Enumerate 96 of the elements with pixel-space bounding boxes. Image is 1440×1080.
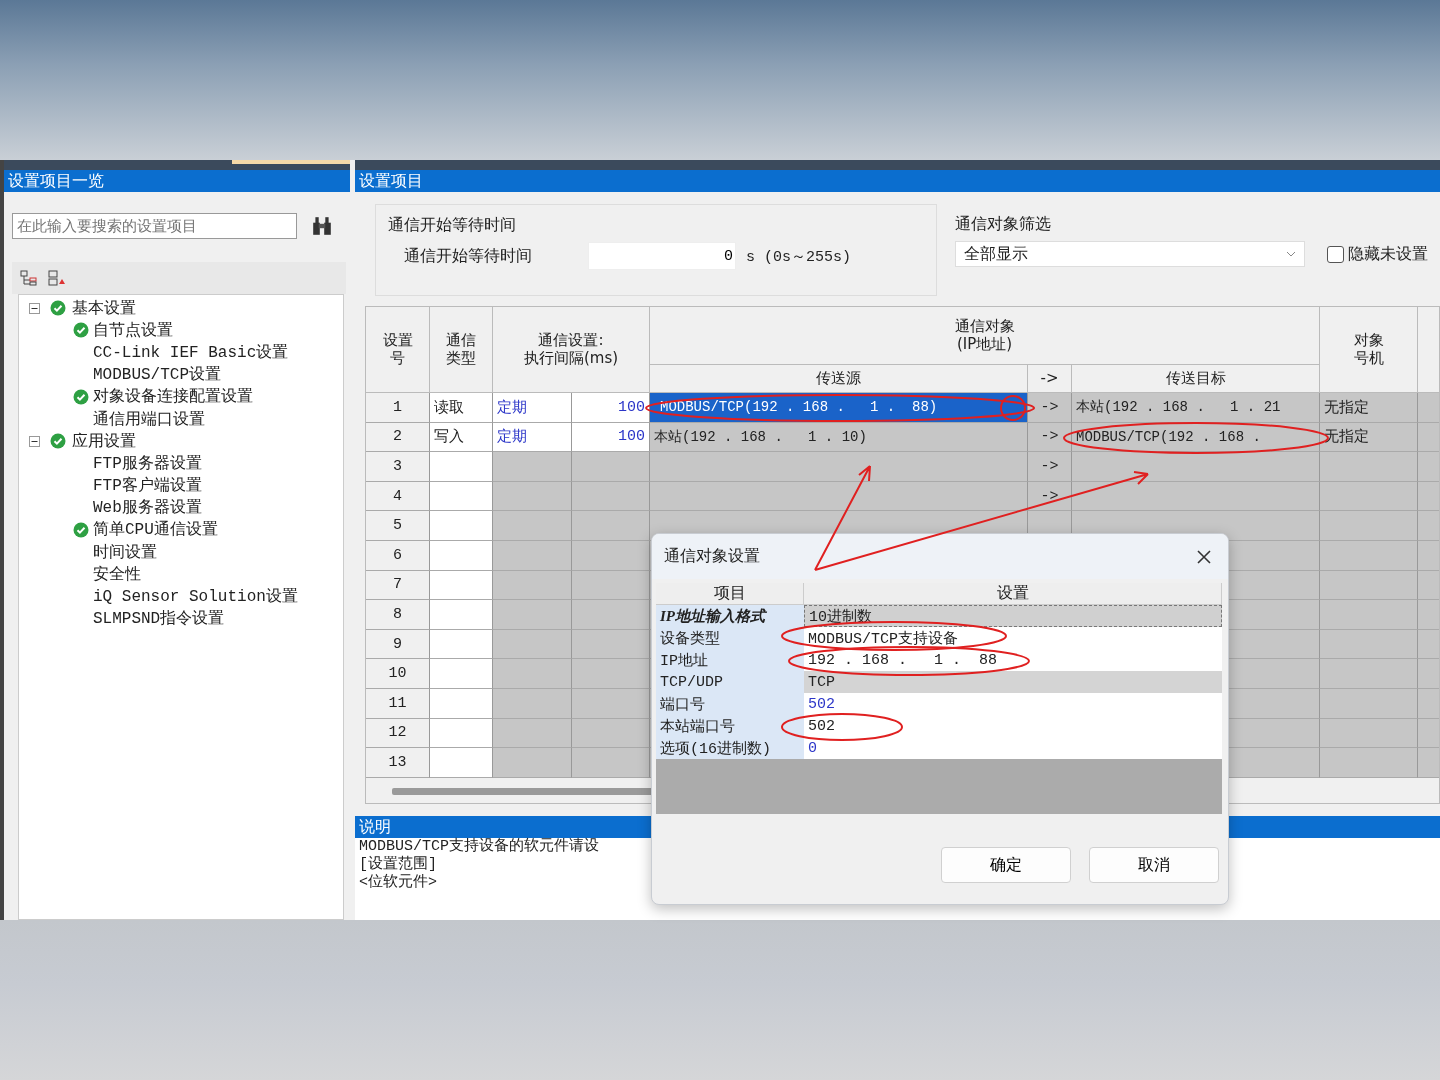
table-cell: ->	[1028, 452, 1072, 482]
setting-name: TCP/UDP	[656, 671, 804, 693]
row-number: 10	[366, 659, 430, 689]
tree-item[interactable]: FTP客户端设置	[93, 475, 202, 497]
tree-item[interactable]: 应用设置	[72, 430, 136, 452]
row-number: 8	[366, 600, 430, 630]
row-number: 3	[366, 452, 430, 482]
tree-item[interactable]: 基本设置	[72, 297, 136, 319]
group-title: 通信对象筛选	[955, 214, 1052, 235]
group-title: 通信开始等待时间	[388, 215, 517, 236]
table-cell[interactable]: 本站(192 . 168 . 1 . 10)	[650, 422, 1028, 453]
setting-name: 选项(16进制数)	[656, 737, 804, 759]
wait-time-field[interactable]: 0	[588, 242, 736, 270]
collapse-icon[interactable]	[29, 435, 40, 447]
table-cell	[430, 718, 493, 749]
expand-tree-icon[interactable]	[20, 270, 38, 286]
row-number: 5	[366, 511, 430, 541]
binoculars-icon[interactable]	[311, 216, 333, 236]
tree-item[interactable]: 简单CPU通信设置	[93, 519, 218, 541]
table-cell	[430, 600, 493, 630]
row-number: 4	[366, 481, 430, 512]
row-number: 13	[366, 748, 430, 778]
row-number: 11	[366, 688, 430, 719]
dialog-button[interactable]: 取消	[1089, 847, 1219, 883]
close-icon[interactable]	[1196, 548, 1212, 565]
column-header: 设置号	[366, 307, 430, 393]
tree-item[interactable]: 时间设置	[93, 541, 157, 563]
tree-item[interactable]: iQ Sensor Solution设置	[93, 586, 298, 608]
collapse-icon[interactable]	[29, 302, 40, 314]
row-number: 12	[366, 718, 430, 749]
table-cell: ->	[1028, 393, 1072, 423]
column-header: 通信对象 (IP地址)	[650, 307, 1320, 365]
column-header: 通信类型	[430, 307, 493, 393]
tree-item[interactable]: 自节点设置	[93, 319, 173, 341]
table-cell: ->	[1028, 422, 1072, 453]
caret-icon	[1286, 251, 1296, 257]
collapse-tree-icon[interactable]	[48, 270, 66, 286]
tree-item[interactable]: 对象设备连接配置设置	[93, 386, 253, 408]
column-header: 传送目标	[1072, 365, 1320, 393]
table-cell: 定期	[493, 422, 572, 453]
table-cell	[430, 452, 493, 482]
tree-item[interactable]: Web服务器设置	[93, 497, 202, 519]
column-header: 项目	[656, 583, 804, 605]
row-number: 9	[366, 629, 430, 660]
panel-title: 设置项目一览	[4, 170, 350, 192]
tree-item[interactable]: MODBUS/TCP设置	[93, 364, 221, 386]
row-number: 1	[366, 393, 430, 423]
description-text: MODBUS/TCP支持设备的软元件请设	[358, 838, 599, 855]
dialog-button[interactable]: 确定	[941, 847, 1071, 883]
tree-item[interactable]: 安全性	[93, 563, 141, 585]
table-cell: 100	[572, 422, 650, 453]
row-number: 7	[366, 570, 430, 601]
table-cell	[430, 481, 493, 512]
table-cell	[430, 688, 493, 719]
table-cell[interactable]	[650, 452, 1028, 482]
tree-item[interactable]: SLMPSND指令设置	[93, 608, 225, 630]
table-cell: 无指定	[1320, 393, 1418, 423]
table-cell	[430, 659, 493, 689]
tree-item[interactable]: CC-Link IEF Basic设置	[93, 341, 289, 363]
table-cell: 定期	[493, 393, 572, 423]
table-cell: 写入	[430, 422, 493, 453]
table-cell	[430, 511, 493, 541]
search-field[interactable]: 在此输入要搜索的设置项目	[12, 213, 297, 239]
column-header: 传送源	[650, 365, 1028, 393]
table-cell: 无指定	[1320, 422, 1418, 453]
column-header: ->	[1028, 365, 1072, 393]
setting-name: 端口号	[656, 693, 804, 715]
hide-unset-checkbox[interactable]: 隐藏未设置	[1327, 243, 1428, 265]
tree-item[interactable]: 通信用端口设置	[93, 408, 205, 430]
table-cell	[430, 629, 493, 660]
tree-item[interactable]: FTP服务器设置	[93, 452, 202, 474]
description-text: <位软元件>	[358, 874, 437, 892]
table-cell: 本站(192 . 168 . 1 . 21	[1072, 393, 1320, 423]
table-cell: 读取	[430, 393, 493, 423]
setting-value[interactable]: TCP	[804, 671, 1222, 693]
table-cell	[430, 748, 493, 778]
row-number: 2	[366, 422, 430, 453]
column-header: 设置	[804, 583, 1222, 605]
table-cell[interactable]	[650, 481, 1028, 512]
setting-name: 设备类型	[656, 627, 804, 649]
panel-title: 设置项目	[355, 170, 1440, 192]
setting-name: IP地址	[656, 649, 804, 671]
table-cell	[430, 540, 493, 571]
description-text: [设置范围]	[358, 856, 437, 874]
column-header: 对象号机	[1320, 307, 1418, 393]
filter-dropdown[interactable]: 全部显示	[955, 241, 1305, 267]
setting-value[interactable]: 10进制数	[804, 605, 1222, 627]
table-cell: 100	[572, 393, 650, 423]
dialog-title: 通信对象设置	[664, 546, 760, 567]
column-header: 通信设置: 执行间隔(ms)	[493, 307, 650, 393]
table-cell	[430, 570, 493, 601]
unit-label: s (0s～255s)	[746, 247, 851, 266]
setting-name: IP地址输入格式	[656, 605, 804, 627]
field-label: 通信开始等待时间	[404, 245, 533, 267]
row-number: 6	[366, 540, 430, 571]
setting-name: 本站端口号	[656, 715, 804, 737]
